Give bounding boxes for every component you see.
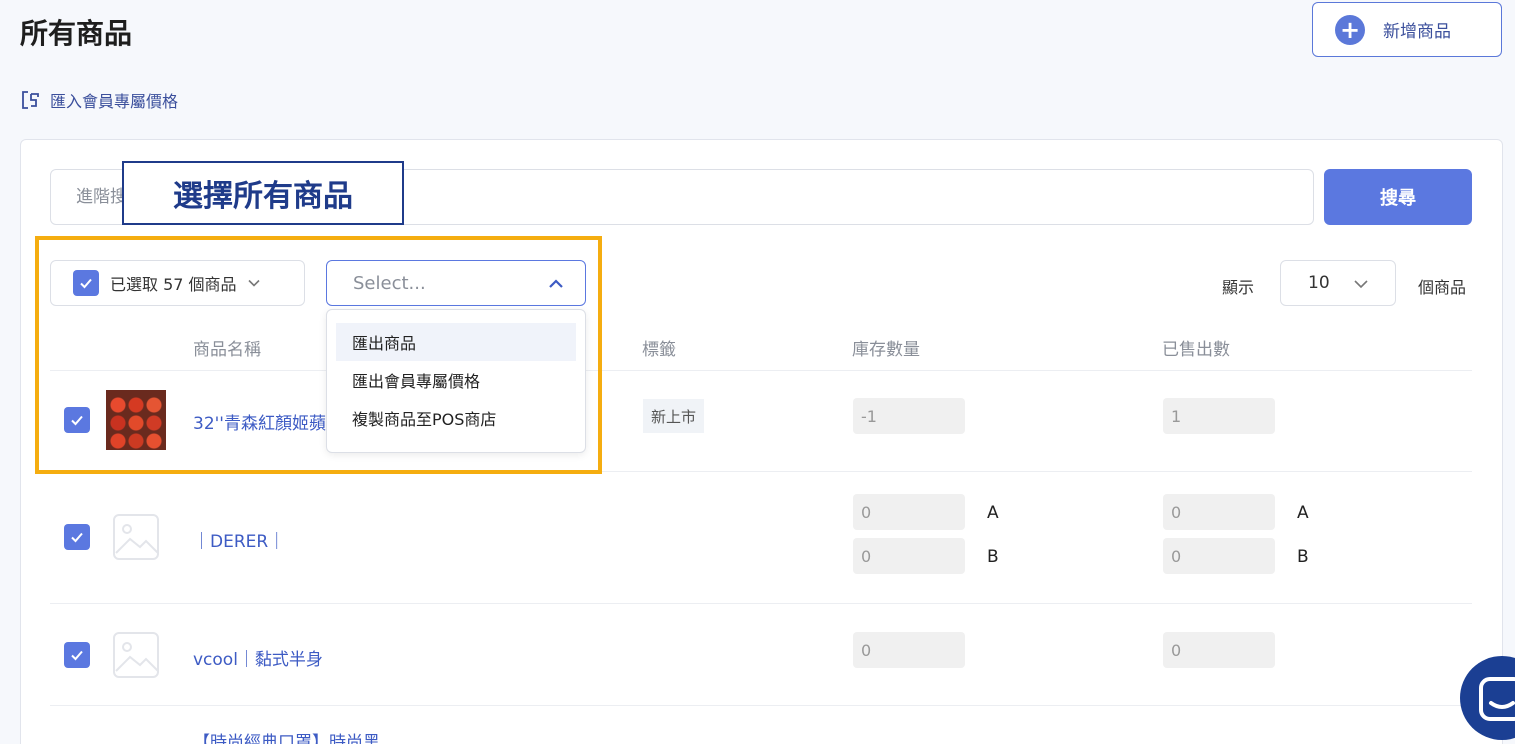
column-header-tags[interactable]: 標籤 xyxy=(642,335,676,360)
column-header-sold[interactable]: 已售出數 xyxy=(1162,335,1230,360)
stock-input[interactable]: -1 xyxy=(853,398,965,434)
select-all-dropdown[interactable]: 已選取 57 個商品 xyxy=(50,260,305,306)
search-button[interactable]: 搜尋 xyxy=(1324,169,1472,225)
chevron-down-icon xyxy=(247,279,260,287)
column-header-stock[interactable]: 庫存數量 xyxy=(852,335,920,360)
row-divider xyxy=(50,705,1472,706)
image-placeholder-icon[interactable] xyxy=(106,507,166,567)
bulk-action-select[interactable]: Select... xyxy=(326,260,586,306)
selected-count-label: 已選取 57 個商品 xyxy=(110,275,237,294)
page-title: 所有商品 xyxy=(20,17,133,50)
stock-input[interactable]: 0 xyxy=(853,632,965,668)
add-product-button[interactable]: + 新增商品 xyxy=(1312,2,1502,57)
show-label: 顯示 xyxy=(1222,278,1255,297)
select-all-checkbox[interactable] xyxy=(73,270,99,296)
row-checkbox[interactable] xyxy=(64,524,90,550)
image-placeholder-icon[interactable] xyxy=(106,625,166,685)
per-page-value: 10 xyxy=(1308,273,1330,293)
select-all-callout: 選擇所有商品 xyxy=(122,161,404,225)
sold-input[interactable]: 0 xyxy=(1163,632,1275,668)
product-tag: 新上市 xyxy=(643,399,705,433)
check-icon xyxy=(71,415,83,426)
variant-label: A xyxy=(1297,503,1309,523)
sold-input-a[interactable]: 0 xyxy=(1163,494,1275,530)
product-thumbnail[interactable] xyxy=(106,390,166,450)
import-icon xyxy=(22,91,39,109)
row-checkbox[interactable] xyxy=(64,407,90,433)
variant-label: B xyxy=(1297,547,1309,567)
row-divider xyxy=(50,471,1472,472)
stock-input-b[interactable]: 0 xyxy=(853,538,965,574)
sold-input[interactable]: 1 xyxy=(1163,398,1275,434)
bulk-action-placeholder: Select... xyxy=(353,272,426,294)
chevron-up-icon xyxy=(549,279,563,288)
unit-label: 個商品 xyxy=(1418,278,1467,297)
variant-label: B xyxy=(987,547,999,567)
product-name-link[interactable]: 【時尚經典口罩】時尚黑 xyxy=(193,728,380,744)
per-page-select[interactable]: 10 xyxy=(1280,260,1396,306)
import-member-price-link[interactable]: 匯入會員專屬價格 xyxy=(20,88,178,112)
bulk-action-menu: 匯出商品 匯出會員專屬價格 複製商品至POS商店 xyxy=(326,309,586,453)
menu-item-copy-to-pos[interactable]: 複製商品至POS商店 xyxy=(336,399,576,437)
plus-icon: + xyxy=(1335,14,1365,45)
column-header-name[interactable]: 商品名稱 xyxy=(193,335,261,360)
check-icon xyxy=(71,532,83,543)
variant-label: A xyxy=(987,503,999,523)
product-name-link[interactable]: ｜DERER｜ xyxy=(193,527,285,552)
check-icon xyxy=(80,278,92,289)
chevron-down-icon xyxy=(1354,280,1368,289)
stock-input-a[interactable]: 0 xyxy=(853,494,965,530)
check-icon xyxy=(71,650,83,661)
menu-item-export-products[interactable]: 匯出商品 xyxy=(336,323,576,361)
chat-icon xyxy=(1479,677,1515,721)
header-divider xyxy=(50,370,1472,371)
row-divider xyxy=(50,603,1472,604)
add-product-label: 新增商品 xyxy=(1383,22,1451,42)
row-checkbox[interactable] xyxy=(64,642,90,668)
sold-input-b[interactable]: 0 xyxy=(1163,538,1275,574)
product-name-link[interactable]: vcool｜黏式半身 xyxy=(193,645,323,670)
import-link-label: 匯入會員專屬價格 xyxy=(50,92,179,111)
menu-item-export-member-price[interactable]: 匯出會員專屬價格 xyxy=(336,361,576,399)
product-name-link[interactable]: 32''青森紅顏姬蘋果 xyxy=(193,409,343,434)
